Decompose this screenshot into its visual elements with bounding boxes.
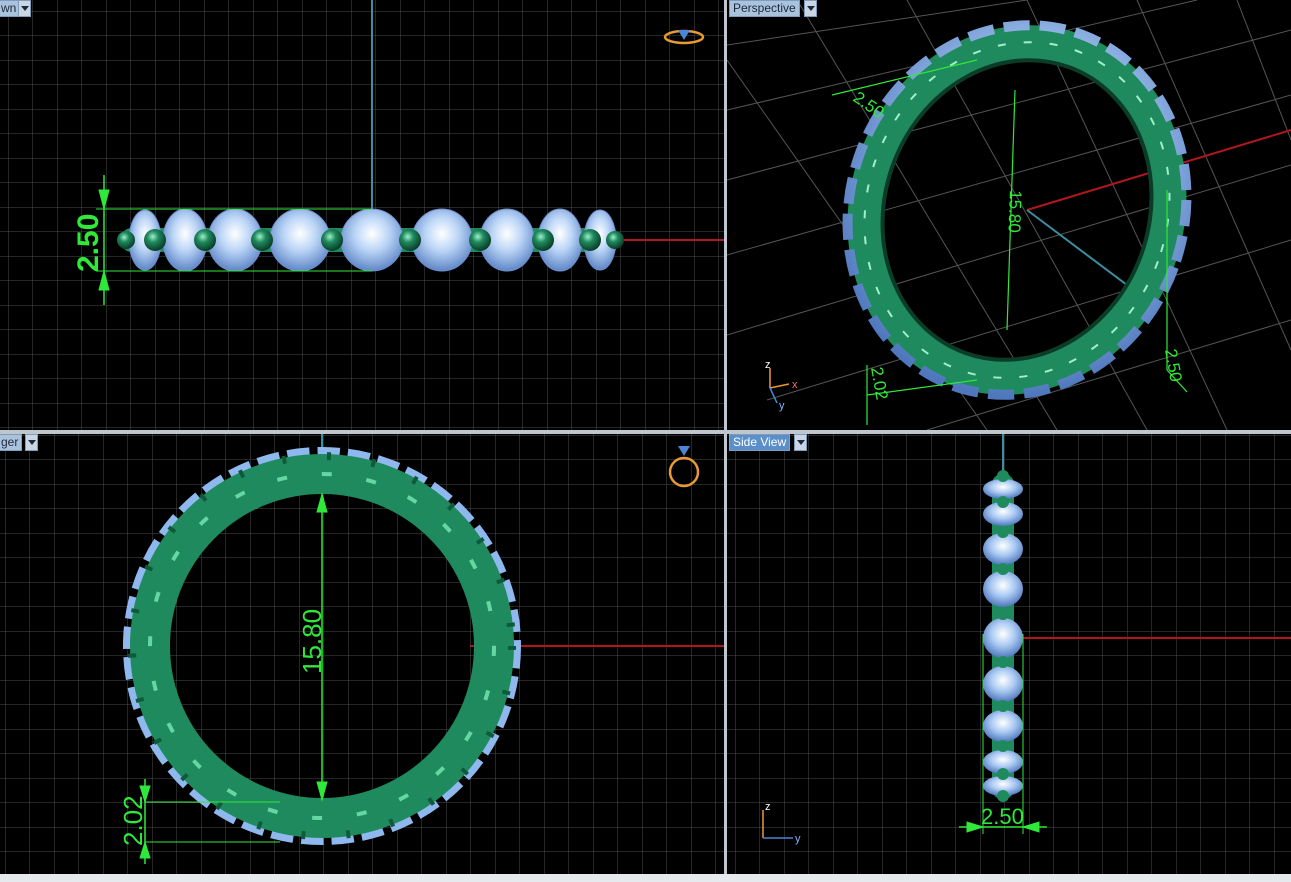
top-canvas: 15.80 2.02 — [0, 434, 724, 874]
dimension-label-side-width: 2.50 — [981, 804, 1024, 829]
viewport-front[interactable]: 2.50 wn — [0, 0, 724, 430]
viewport-top[interactable]: 15.80 2.02 ger — [0, 434, 724, 874]
viewport-side[interactable]: 2.50 z y Side View — [727, 434, 1291, 874]
persp-dim-diameter: 15.80 — [1005, 190, 1025, 233]
axis-gizmo-perspective: z x y — [765, 359, 798, 412]
svg-text:y: y — [795, 833, 801, 845]
viewport-perspective-dropdown[interactable] — [804, 0, 817, 17]
dimension-label-diameter: 15.80 — [297, 609, 327, 674]
dimension-label-band: 2.02 — [118, 795, 148, 846]
viewport-perspective[interactable]: 15.80 2.50 2.02 2.50 z x y Perspective — [727, 0, 1291, 430]
svg-text:z: z — [765, 801, 771, 813]
viewport-side-dropdown[interactable] — [794, 434, 807, 451]
status-strip — [0, 874, 1291, 882]
ring-front-view — [117, 208, 624, 272]
front-canvas: 2.50 — [0, 0, 724, 430]
viewport-top-tab[interactable]: ger — [0, 434, 23, 451]
viewport-divider-vertical[interactable] — [724, 0, 727, 882]
viewport-top-dropdown[interactable] — [25, 434, 38, 451]
viewport-perspective-tab[interactable]: Perspective — [729, 0, 800, 17]
viewport-side-tab[interactable]: Side View — [729, 434, 791, 451]
svg-text:z: z — [765, 359, 771, 371]
viewport-front-dropdown[interactable] — [18, 0, 31, 17]
side-canvas: 2.50 z y — [727, 434, 1291, 874]
svg-text:y: y — [779, 400, 785, 412]
perspective-canvas: 15.80 2.50 2.02 2.50 z x y — [727, 0, 1291, 430]
viewport-divider-horizontal[interactable] — [0, 430, 1291, 434]
svg-text:x: x — [792, 379, 798, 391]
dimension-label-height: 2.50 — [72, 214, 105, 272]
persp-dim-band: 2.02 — [867, 365, 891, 401]
